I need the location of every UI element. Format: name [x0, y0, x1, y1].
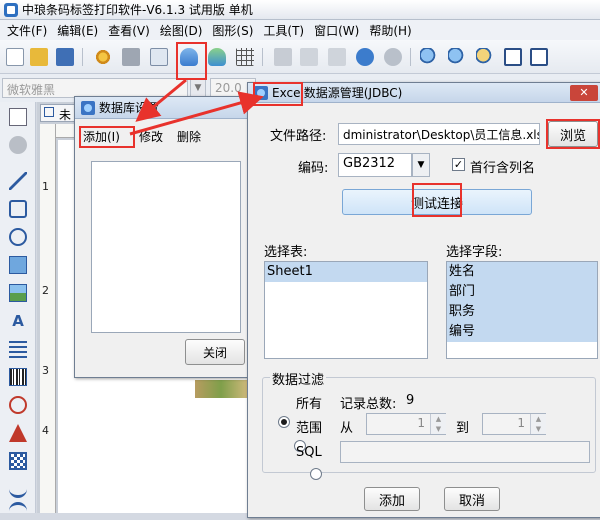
arrow-to-excel	[129, 91, 264, 136]
arrow-to-add	[135, 78, 187, 122]
annotation-arrows	[129, 78, 264, 136]
